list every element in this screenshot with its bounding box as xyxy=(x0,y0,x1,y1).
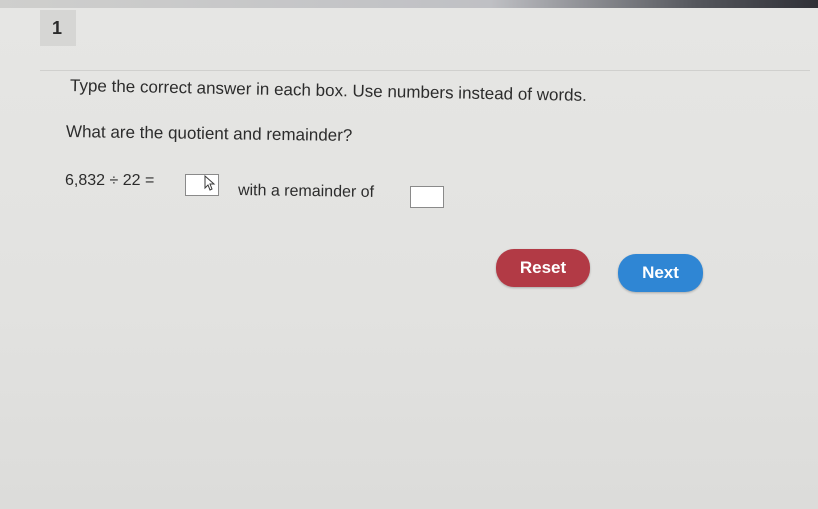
pointer-cursor-icon xyxy=(204,175,216,191)
top-bar xyxy=(0,0,818,8)
divider xyxy=(40,70,810,71)
next-button[interactable]: Next xyxy=(618,254,703,292)
remainder-input[interactable] xyxy=(410,186,444,208)
reset-button[interactable]: Reset xyxy=(496,249,590,287)
question-prompt: What are the quotient and remainder? xyxy=(65,122,353,145)
question-number: 1 xyxy=(52,18,63,38)
remainder-connector-text: with a remainder of xyxy=(237,182,375,201)
equation-expression: 6,832 ÷ 22 = xyxy=(65,172,155,189)
instruction-text: Type the correct answer in each box. Use… xyxy=(69,76,587,105)
question-page: 1 Type the correct answer in each box. U… xyxy=(0,0,818,509)
